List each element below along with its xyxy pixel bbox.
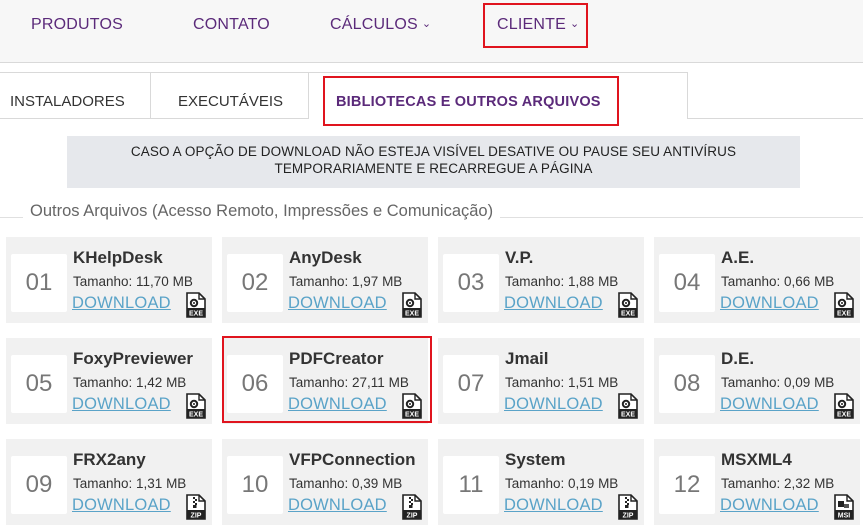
file-card: 12 MSXML4 Tamanho: 2,32 MB DOWNLOAD MSI [654,439,860,525]
file-size: Tamanho: 0,66 MB [721,274,835,289]
file-number: 02 [227,254,283,312]
file-name: AnyDesk [289,248,362,267]
file-number: 01 [11,254,67,312]
download-link[interactable]: DOWNLOAD [720,496,819,515]
download-link[interactable]: DOWNLOAD [72,294,171,313]
file-number: 03 [443,254,499,312]
file-card: 01 KHelpDesk Tamanho: 11,70 MB DOWNLOAD EXE [6,237,212,323]
file-type-label: EXE [621,310,635,317]
file-number: 12 [659,456,715,514]
file-card: 03 V.P. Tamanho: 1,88 MB DOWNLOAD EXE [438,237,644,323]
file-type-label: ZIP [191,512,202,519]
file-size: Tamanho: 2,32 MB [721,476,835,491]
file-type-label: ZIP [623,512,634,519]
tab-executaveis-label: EXECUTÁVEIS [178,93,284,110]
file-name: FRX2any [73,450,146,469]
download-link[interactable]: DOWNLOAD [504,294,603,313]
highlight-box-bibliotecas [323,76,619,126]
file-name: Jmail [505,349,549,368]
file-card: 05 FoxyPreviewer Tamanho: 1,42 MB DOWNLOAD E… [6,338,212,424]
file-type-label: EXE [837,310,851,317]
file-card: 07 Jmail Tamanho: 1,51 MB DOWNLOAD EXE [438,338,644,424]
file-name: FoxyPreviewer [73,349,194,368]
download-link[interactable]: DOWNLOAD [720,294,819,313]
top-nav: PRODUTOS CONTATO CÁLCULOS ⌄ CLIENTE ⌄ [0,0,863,63]
file-size: Tamanho: 11,70 MB [73,274,193,289]
file-number: 10 [227,456,283,514]
antivirus-notice: CASO A OPÇÃO DE DOWNLOAD NÃO ESTEJA VISÍ… [67,136,800,188]
exe-file-icon[interactable]: EXE [834,292,854,318]
file-type-label: EXE [837,411,851,418]
file-size: Tamanho: 0,39 MB [289,476,403,491]
download-link[interactable]: DOWNLOAD [72,496,171,515]
file-card: 02 AnyDesk Tamanho: 1,97 MB DOWNLOAD EXE [222,237,428,323]
file-number: 09 [11,456,67,514]
download-link[interactable]: DOWNLOAD [720,395,819,414]
nav-calculos[interactable]: CÁLCULOS ⌄ [330,0,431,50]
file-number: 04 [659,254,715,312]
msi-file-icon[interactable]: MSI [834,494,854,520]
zip-file-icon[interactable]: ZIP [618,494,638,520]
file-type-label: EXE [621,411,635,418]
nav-produtos[interactable]: PRODUTOS [31,0,123,50]
file-number: 08 [659,355,715,413]
file-name: KHelpDesk [73,248,163,267]
file-size: Tamanho: 1,97 MB [289,274,403,289]
download-link[interactable]: DOWNLOAD [72,395,171,414]
zip-file-icon[interactable]: ZIP [402,494,422,520]
file-size: Tamanho: 1,88 MB [505,274,619,289]
notice-line-2: TEMPORARIAMENTE E RECARREGUE A PÁGINA [274,161,593,176]
section-title: Outros Arquivos (Acesso Remoto, Impressõ… [23,202,501,221]
download-link[interactable]: DOWNLOAD [288,294,387,313]
tab-instaladores-label: INSTALADORES [10,93,125,110]
file-type-label: EXE [405,310,419,317]
file-size: Tamanho: 1,42 MB [73,375,187,390]
file-name: D.E. [721,349,755,368]
exe-file-icon[interactable]: EXE [618,393,638,419]
file-size: Tamanho: 1,51 MB [505,375,619,390]
file-number: 07 [443,355,499,413]
file-size: Tamanho: 0,19 MB [505,476,619,491]
file-card: 08 D.E. Tamanho: 0,09 MB DOWNLOAD EXE [654,338,860,424]
file-name: System [505,450,566,469]
download-link[interactable]: DOWNLOAD [504,496,603,515]
nav-calculos-label: CÁLCULOS [330,16,418,33]
file-type-label: EXE [189,310,203,317]
exe-file-icon[interactable]: EXE [186,292,206,318]
file-number: 11 [443,456,499,514]
exe-file-icon[interactable]: EXE [618,292,638,318]
download-link[interactable]: DOWNLOAD [504,395,603,414]
file-name: MSXML4 [721,450,792,469]
tab-instaladores[interactable]: INSTALADORES [0,72,151,118]
file-name: VFPConnection [289,450,416,469]
file-card: 09 FRX2any Tamanho: 1,31 MB DOWNLOAD ZIP [6,439,212,525]
exe-file-icon[interactable]: EXE [834,393,854,419]
zip-file-icon[interactable]: ZIP [186,494,206,520]
highlight-box-cliente [483,3,588,48]
exe-file-icon[interactable]: EXE [402,292,422,318]
file-number: 05 [11,355,67,413]
file-name: V.P. [505,248,534,267]
download-link[interactable]: DOWNLOAD [288,496,387,515]
file-card: 10 VFPConnection Tamanho: 0,39 MB DOWNLOAD Z… [222,439,428,525]
file-card: 11 System Tamanho: 0,19 MB DOWNLOAD ZIP [438,439,644,525]
file-type-label: EXE [189,411,203,418]
nav-contato[interactable]: CONTATO [193,0,270,50]
file-card: 04 A.E. Tamanho: 0,66 MB DOWNLOAD EXE [654,237,860,323]
file-type-label: ZIP [407,512,418,519]
highlight-box-pdfcreator [222,336,432,423]
file-size: Tamanho: 0,09 MB [721,375,835,390]
notice-line-1: CASO A OPÇÃO DE DOWNLOAD NÃO ESTEJA VISÍ… [130,144,737,159]
file-size: Tamanho: 1,31 MB [73,476,187,491]
tab-executaveis[interactable]: EXECUTÁVEIS [150,72,309,118]
file-name: A.E. [721,248,755,267]
chevron-down-icon: ⌄ [421,18,432,30]
file-type-label: MSI [838,512,851,519]
exe-file-icon[interactable]: EXE [186,393,206,419]
